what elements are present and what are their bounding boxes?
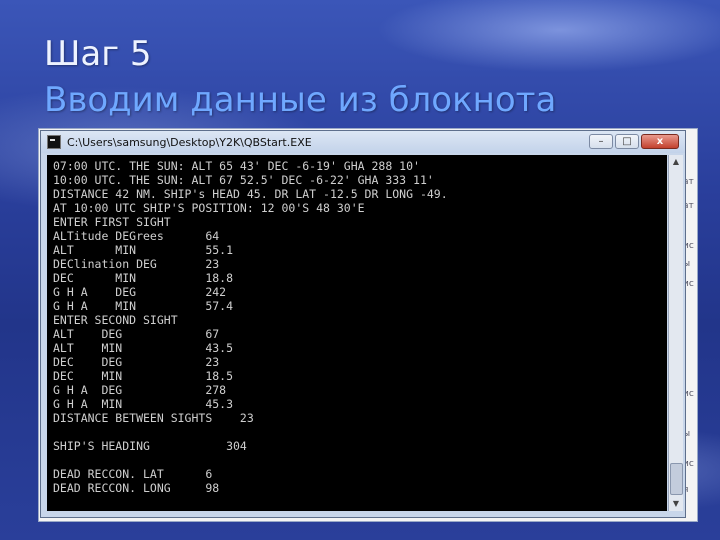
console-line: SHIP'S HEADING 304 (53, 439, 247, 453)
slide-title: Шаг 5 (44, 34, 152, 74)
minimize-button[interactable]: – (589, 134, 613, 149)
vertical-scrollbar[interactable]: ▲ ▼ (668, 155, 683, 511)
slide-subtitle: Вводим данные из блокнота (44, 80, 557, 120)
maximize-button[interactable]: □ (615, 134, 639, 149)
console-line: DISTANCE BETWEEN SIGHTS 23 (53, 411, 254, 425)
console-line: DEC DEG 23 (53, 355, 220, 369)
console-line: DEC MIN 18.8 (53, 271, 234, 285)
console-line: ENTER FIRST SIGHT (53, 215, 171, 229)
console-line: DEC MIN 18.5 (53, 369, 234, 383)
console-line: ENTER SECOND SIGHT (53, 313, 178, 327)
console-line: AT 10:00 UTC SHIP'S POSITION: 12 00'S 48… (53, 201, 365, 215)
console-line: G H A MIN 45.3 (53, 397, 234, 411)
console-line: DEAD RECCON. LONG 98 (53, 481, 220, 495)
console-titlebar[interactable]: C:\Users\samsung\Desktop\Y2K\QBStart.EXE… (41, 131, 685, 153)
console-line: 07:00 UTC. THE SUN: ALT 65 43' DEC -6-19… (53, 159, 420, 173)
scroll-down-arrow-icon[interactable]: ▼ (669, 497, 683, 511)
window-title: C:\Users\samsung\Desktop\Y2K\QBStart.EXE (67, 135, 312, 149)
scrollbar-thumb[interactable] (670, 463, 683, 495)
console-line: G H A MIN 57.4 (53, 299, 234, 313)
window-controls: – □ x (589, 134, 679, 149)
scroll-up-arrow-icon[interactable]: ▲ (669, 155, 683, 169)
console-line: ALTitude DEGrees 64 (53, 229, 220, 243)
console-app-icon[interactable] (47, 135, 61, 149)
console-line: ALT MIN 43.5 (53, 341, 234, 355)
console-output[interactable]: 07:00 UTC. THE SUN: ALT 65 43' DEC -6-19… (47, 155, 667, 511)
console-window[interactable]: C:\Users\samsung\Desktop\Y2K\QBStart.EXE… (40, 130, 686, 518)
console-line: G H A DEG 278 (53, 383, 227, 397)
console-line: 10:00 UTC. THE SUN: ALT 67 52.5' DEC -6-… (53, 173, 434, 187)
console-line: G H A DEG 242 (53, 285, 227, 299)
close-button[interactable]: x (641, 134, 679, 149)
console-line: DEClination DEG 23 (53, 257, 220, 271)
console-lines: 07:00 UTC. THE SUN: ALT 65 43' DEC -6-19… (53, 159, 448, 495)
console-line: DISTANCE 42 NM. SHIP's HEAD 45. DR LAT -… (53, 187, 448, 201)
console-line: ALT MIN 55.1 (53, 243, 234, 257)
console-line: DEAD RECCON. LAT 6 (53, 467, 213, 481)
console-line: ALT DEG 67 (53, 327, 220, 341)
